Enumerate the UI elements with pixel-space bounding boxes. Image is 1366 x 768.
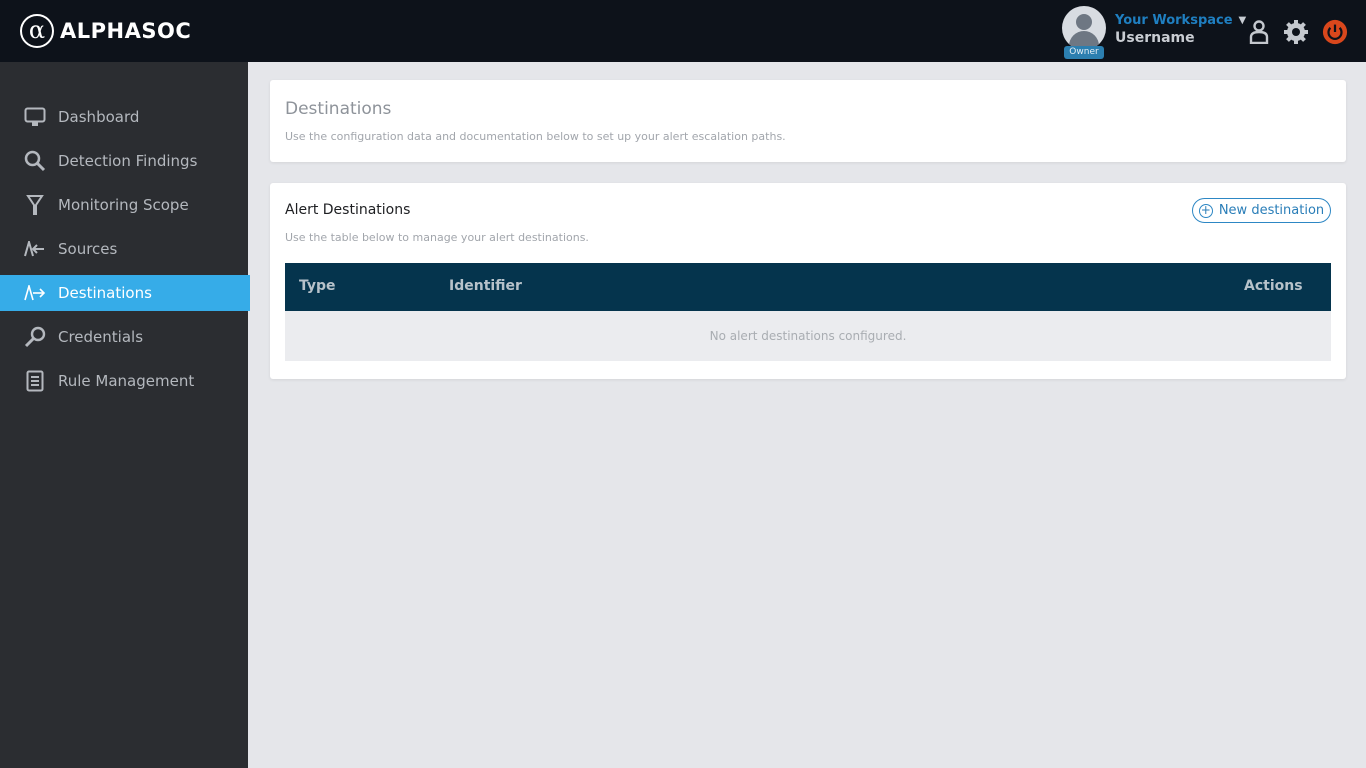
sidebar-item-label: Dashboard [58,108,140,126]
scope-icon [24,194,46,216]
sidebar-item-monitoring-scope[interactable]: Monitoring Scope [0,187,250,223]
alpha-logo-icon: α [20,14,54,48]
page-header-card: Destinations Use the configuration data … [270,80,1346,162]
alert-destinations-card: Alert Destinations + New destination Use… [270,183,1346,379]
sidebar-item-label: Credentials [58,328,144,346]
sidebar-item-label: Destinations [58,284,152,302]
page-title: Destinations [285,99,392,119]
section-title: Alert Destinations [285,202,411,218]
username: Username [1115,30,1195,46]
column-header-type[interactable]: Type [299,278,336,294]
sidebar-item-label: Sources [58,240,118,258]
avatar [1062,6,1106,50]
empty-table-message: No alert destinations configured. [285,311,1331,361]
section-description: Use the table below to manage your alert… [285,231,589,244]
sidebar-item-dashboard[interactable]: Dashboard [0,99,250,135]
rules-icon [24,370,46,392]
sources-icon [24,238,46,260]
brand-name: ALPHASOC [60,19,192,43]
alphasoc-logo[interactable]: α ALPHASOC [20,14,191,48]
workspace-selector[interactable]: Your Workspace ▼ [1115,13,1246,28]
plus-circle-icon: + [1198,202,1213,218]
new-destination-label: New destination [1218,203,1325,218]
key-icon [24,326,46,348]
page-description: Use the configuration data and documenta… [285,130,786,143]
monitor-icon [24,106,46,128]
power-icon[interactable] [1322,19,1348,45]
column-header-actions: Actions [1244,278,1303,294]
user-icon[interactable] [1246,19,1272,45]
top-bar: α ALPHASOC Owner Your Workspace ▼ Userna… [0,0,1366,62]
search-icon [24,150,46,172]
sidebar-item-label: Detection Findings [58,152,198,170]
role-badge: Owner [1064,46,1104,59]
new-destination-button[interactable]: + New destination [1192,198,1331,223]
gear-icon[interactable] [1283,19,1309,45]
workspace-name: Your Workspace [1115,13,1233,28]
sidebar-item-detection-findings[interactable]: Detection Findings [0,143,250,179]
destinations-icon [24,282,46,304]
empty-message-text: No alert destinations configured. [709,329,907,343]
column-header-identifier[interactable]: Identifier [449,278,522,294]
sidebar-item-destinations[interactable]: Destinations [0,275,250,311]
sidebar-item-label: Rule Management [58,372,195,390]
user-menu[interactable]: Owner Your Workspace ▼ Username [1062,6,1246,59]
sidebar: Dashboard Detection Findings Monitoring … [0,62,250,768]
destinations-table: Type Identifier Actions No alert destina… [285,263,1331,361]
sidebar-item-rule-management[interactable]: Rule Management [0,363,250,399]
table-header: Type Identifier Actions [285,263,1331,311]
sidebar-item-label: Monitoring Scope [58,196,189,214]
sidebar-item-sources[interactable]: Sources [0,231,250,267]
sidebar-item-credentials[interactable]: Credentials [0,319,250,355]
